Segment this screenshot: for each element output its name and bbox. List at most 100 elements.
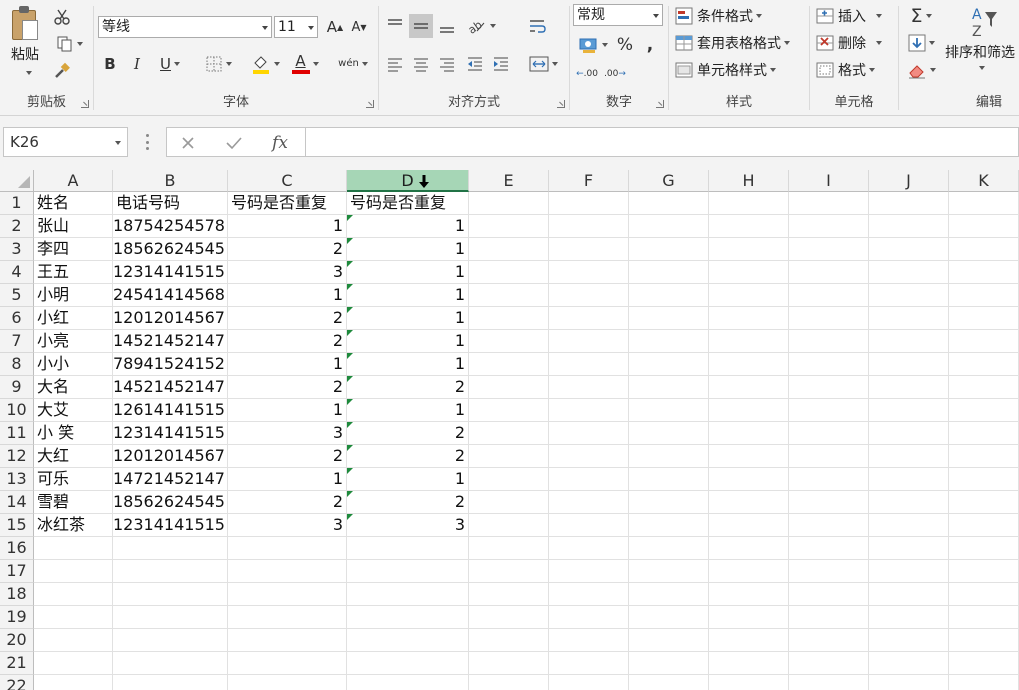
insert-cells-button[interactable]: 插入: [816, 5, 896, 27]
cell-h18[interactable]: [709, 583, 789, 606]
cell-g2[interactable]: [629, 215, 709, 238]
column-header-k[interactable]: K: [949, 170, 1019, 192]
more-options-icon[interactable]: [145, 134, 149, 150]
conditional-formatting-button[interactable]: 条件格式: [675, 5, 803, 27]
cell-a1[interactable]: 姓名: [34, 192, 113, 215]
cell-f19[interactable]: [549, 606, 629, 629]
row-header[interactable]: 4: [0, 261, 34, 284]
cell-c5[interactable]: 1: [228, 284, 347, 307]
cut-button[interactable]: [50, 6, 74, 28]
cell-g8[interactable]: [629, 353, 709, 376]
row-header[interactable]: 11: [0, 422, 34, 445]
number-format-select[interactable]: 常规: [573, 4, 663, 26]
cell-e3[interactable]: [469, 238, 549, 261]
cell-a2[interactable]: 张山: [34, 215, 113, 238]
fill-button[interactable]: [903, 32, 939, 54]
cell-g10[interactable]: [629, 399, 709, 422]
italic-button[interactable]: I: [126, 52, 148, 76]
cell-k1[interactable]: [949, 192, 1019, 215]
cell-j22[interactable]: [869, 675, 949, 690]
cell-j16[interactable]: [869, 537, 949, 560]
column-header-j[interactable]: J: [869, 170, 949, 192]
column-header-f[interactable]: F: [549, 170, 629, 192]
cell-d3[interactable]: 1: [347, 238, 469, 261]
cell-i14[interactable]: [789, 491, 869, 514]
row-header[interactable]: 5: [0, 284, 34, 307]
cell-i17[interactable]: [789, 560, 869, 583]
cell-b21[interactable]: [113, 652, 228, 675]
cell-d1[interactable]: 号码是否重复: [347, 192, 469, 215]
cell-c15[interactable]: 3: [228, 514, 347, 537]
cell-a19[interactable]: [34, 606, 113, 629]
cell-e7[interactable]: [469, 330, 549, 353]
format-painter-button[interactable]: [50, 60, 74, 82]
cell-f18[interactable]: [549, 583, 629, 606]
cell-e20[interactable]: [469, 629, 549, 652]
cell-k4[interactable]: [949, 261, 1019, 284]
cell-e15[interactable]: [469, 514, 549, 537]
cell-f11[interactable]: [549, 422, 629, 445]
cell-i8[interactable]: [789, 353, 869, 376]
cell-k21[interactable]: [949, 652, 1019, 675]
cancel-button[interactable]: [175, 131, 201, 155]
cell-j11[interactable]: [869, 422, 949, 445]
cell-e13[interactable]: [469, 468, 549, 491]
cell-g1[interactable]: [629, 192, 709, 215]
column-header-a[interactable]: A: [34, 170, 113, 192]
cell-e1[interactable]: [469, 192, 549, 215]
cell-c3[interactable]: 2: [228, 238, 347, 261]
cell-i11[interactable]: [789, 422, 869, 445]
cell-j7[interactable]: [869, 330, 949, 353]
cell-k18[interactable]: [949, 583, 1019, 606]
cell-j9[interactable]: [869, 376, 949, 399]
cell-e17[interactable]: [469, 560, 549, 583]
cell-k15[interactable]: [949, 514, 1019, 537]
cell-c12[interactable]: 2: [228, 445, 347, 468]
copy-button[interactable]: [50, 33, 88, 55]
cell-e21[interactable]: [469, 652, 549, 675]
cell-d12[interactable]: 2: [347, 445, 469, 468]
cell-c8[interactable]: 1: [228, 353, 347, 376]
column-header-b[interactable]: B: [113, 170, 228, 192]
increase-decimal-button[interactable]: ← .00: [574, 62, 600, 86]
merge-center-button[interactable]: [523, 52, 563, 76]
cell-g7[interactable]: [629, 330, 709, 353]
align-left-button[interactable]: [383, 52, 407, 76]
number-launcher-icon[interactable]: [656, 100, 664, 108]
cell-f13[interactable]: [549, 468, 629, 491]
cell-c22[interactable]: [228, 675, 347, 690]
cell-a17[interactable]: [34, 560, 113, 583]
cell-a4[interactable]: 王五: [34, 261, 113, 284]
cell-h9[interactable]: [709, 376, 789, 399]
cell-i4[interactable]: [789, 261, 869, 284]
cell-k11[interactable]: [949, 422, 1019, 445]
cell-h2[interactable]: [709, 215, 789, 238]
cell-g15[interactable]: [629, 514, 709, 537]
cell-b16[interactable]: [113, 537, 228, 560]
cell-k7[interactable]: [949, 330, 1019, 353]
cell-k12[interactable]: [949, 445, 1019, 468]
row-header[interactable]: 16: [0, 537, 34, 560]
orientation-button[interactable]: ab: [463, 14, 499, 38]
column-header-i[interactable]: I: [789, 170, 869, 192]
cell-f2[interactable]: [549, 215, 629, 238]
cell-c1[interactable]: 号码是否重复: [228, 192, 347, 215]
cell-c18[interactable]: [228, 583, 347, 606]
cell-e4[interactable]: [469, 261, 549, 284]
row-header[interactable]: 2: [0, 215, 34, 238]
cell-k6[interactable]: [949, 307, 1019, 330]
cell-j8[interactable]: [869, 353, 949, 376]
cell-h10[interactable]: [709, 399, 789, 422]
cell-g11[interactable]: [629, 422, 709, 445]
cell-g18[interactable]: [629, 583, 709, 606]
cell-a7[interactable]: 小亮: [34, 330, 113, 353]
sort-filter-button[interactable]: AZ 排序和筛选: [941, 4, 1019, 86]
enter-button[interactable]: [221, 131, 247, 155]
row-header[interactable]: 7: [0, 330, 34, 353]
cell-f9[interactable]: [549, 376, 629, 399]
cell-a13[interactable]: 可乐: [34, 468, 113, 491]
cell-c2[interactable]: 1: [228, 215, 347, 238]
cell-e8[interactable]: [469, 353, 549, 376]
cell-j18[interactable]: [869, 583, 949, 606]
cell-a22[interactable]: [34, 675, 113, 690]
